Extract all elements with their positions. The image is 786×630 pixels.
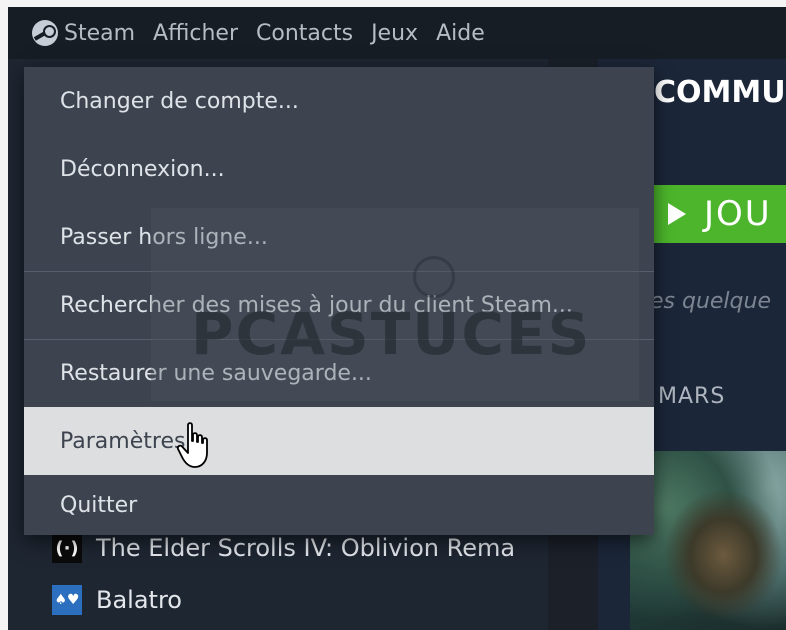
menu-contacts[interactable]: Contacts <box>256 21 353 46</box>
play-button[interactable]: JOU <box>654 185 786 243</box>
play-button-label: JOU <box>704 194 772 234</box>
month-label: MARS <box>658 384 726 409</box>
steam-window: Steam Afficher Contacts Jeux Aide (·) Th… <box>8 7 786 630</box>
watermark-text: PCASTUCES <box>191 300 592 368</box>
menu-afficher[interactable]: Afficher <box>153 21 238 46</box>
library-item-label: The Elder Scrolls IV: Oblivion Rema <box>96 534 516 562</box>
library-item-label: Balatro <box>96 586 182 614</box>
page-title: COMMU <box>654 75 786 110</box>
oblivion-icon: (·) <box>52 533 82 563</box>
menu-steam[interactable]: Steam <box>64 21 135 46</box>
menu-item-quitter[interactable]: Quitter <box>24 475 654 535</box>
menu-aide[interactable]: Aide <box>436 21 485 46</box>
hand-pointer-cursor-icon <box>176 422 208 468</box>
menu-item-parametres[interactable]: Paramètres <box>24 407 654 475</box>
watermark: PCASTUCES <box>151 208 639 401</box>
balatro-icon: ♠♥ <box>52 585 82 615</box>
library-item-balatro[interactable]: ♠♥ Balatro <box>52 581 182 619</box>
menu-item-deconnexion[interactable]: Déconnexion... <box>24 135 654 203</box>
menu-jeux[interactable]: Jeux <box>371 21 418 46</box>
play-icon <box>668 203 686 225</box>
steam-logo-icon[interactable] <box>32 20 58 46</box>
menu-item-changer-compte[interactable]: Changer de compte... <box>24 67 654 135</box>
watermark-sun-icon <box>413 256 455 298</box>
menu-bar: Steam Afficher Contacts Jeux Aide <box>8 7 786 59</box>
teaser-text: es quelque <box>650 289 771 314</box>
